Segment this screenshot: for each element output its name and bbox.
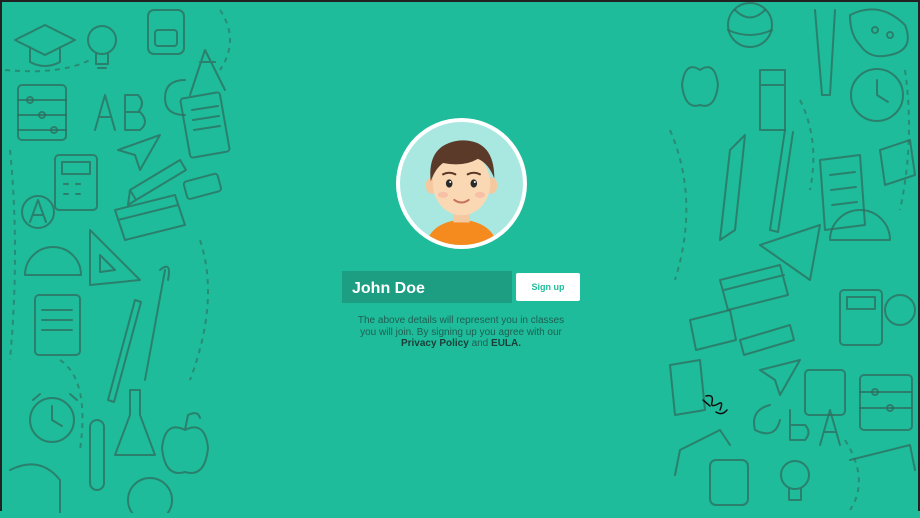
school-doodles-right xyxy=(660,0,920,513)
name-input[interactable] xyxy=(342,271,512,303)
terms-line-1: The above details will represent you in … xyxy=(357,315,565,326)
boy-avatar-icon xyxy=(400,122,523,245)
eula-link[interactable]: EULA. xyxy=(491,338,521,349)
privacy-policy-link[interactable]: Privacy Policy xyxy=(401,338,469,349)
doodles-right-icon xyxy=(669,2,916,511)
terms-text: The above details will represent you in … xyxy=(330,315,592,350)
profile-avatar xyxy=(396,118,527,249)
cursor-scribble-icon xyxy=(702,394,728,415)
terms-and-text: and xyxy=(471,338,489,349)
signup-button[interactable]: Sign up xyxy=(516,273,580,301)
terms-line-2: you will join. By signing up you agree w… xyxy=(360,326,562,338)
doodles-left-icon xyxy=(4,9,231,518)
school-doodles-left xyxy=(0,0,260,518)
